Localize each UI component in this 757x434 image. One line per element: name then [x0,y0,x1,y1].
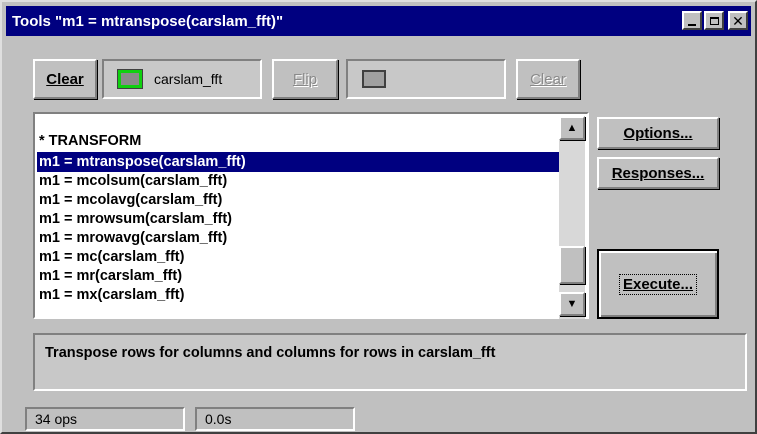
status-time: 0.0s [195,407,355,431]
scroll-thumb[interactable] [559,246,585,284]
close-button[interactable]: ✕ [728,11,748,30]
list-header: * TRANSFORM [39,133,142,149]
list-item[interactable]: m1 = mx(carslam_fft) [37,285,561,305]
minimize-icon [688,23,696,26]
arrow-up-icon: ▲ [566,122,578,134]
scroll-down-button[interactable]: ▼ [559,292,585,316]
title-bar[interactable]: Tools "m1 = mtranspose(carslam_fft)" ✕ [6,6,751,36]
list-item[interactable]: m1 = mrowavg(carslam_fft) [37,228,561,248]
tools-window: Tools "m1 = mtranspose(carslam_fft)" ✕ C… [0,0,757,434]
ops-count: 34 ops [35,411,78,427]
minimize-button[interactable] [682,11,702,30]
list-item[interactable]: m1 = mc(carslam_fft) [37,247,561,267]
flip-label: Flip [292,70,318,88]
operations-list: * TRANSFORM m1 = mtranspose(carslam_fft)… [37,116,561,319]
window-title: Tools "m1 = mtranspose(carslam_fft)" [12,12,284,30]
clear-left-button[interactable]: Clear [33,59,97,99]
maximize-icon [709,16,719,25]
source-panel: carslam_fft [102,59,262,99]
options-button[interactable]: Options... [597,117,719,149]
list-scrollbar[interactable]: ▲ ▼ [559,116,585,319]
responses-button[interactable]: Responses... [597,157,719,189]
description-text: Transpose rows for columns and columns f… [45,345,496,361]
list-item[interactable]: m1 = mcolavg(carslam_fft) [37,190,561,210]
list-item[interactable]: m1 = mr(carslam_fft) [37,266,561,286]
target-panel [346,59,506,99]
elapsed-time: 0.0s [205,411,232,427]
source-name: carslam_fft [154,71,223,87]
description-box: Transpose rows for columns and columns f… [33,333,747,391]
target-color-swatch[interactable] [362,70,386,88]
execute-button[interactable]: Execute... [597,249,719,319]
close-icon: ✕ [732,12,744,29]
responses-label: Responses... [611,164,705,182]
flip-button[interactable]: Flip [272,59,338,99]
clear-right-label: Clear [530,70,566,88]
list-item[interactable]: m1 = mcolsum(carslam_fft) [37,171,561,191]
clear-right-button[interactable]: Clear [516,59,580,99]
source-color-swatch[interactable] [117,69,143,89]
execute-label: Execute... [618,273,698,295]
options-label: Options... [623,124,693,142]
list-item[interactable]: m1 = mrowsum(carslam_fft) [37,209,561,229]
clear-left-label: Clear [46,70,84,88]
operations-listbox[interactable]: * TRANSFORM m1 = mtranspose(carslam_fft)… [33,112,589,319]
status-ops: 34 ops [25,407,185,431]
scroll-up-button[interactable]: ▲ [559,116,585,140]
maximize-button[interactable] [704,11,724,30]
list-item[interactable]: m1 = mtranspose(carslam_fft) [37,152,561,172]
arrow-down-icon: ▼ [566,298,578,310]
